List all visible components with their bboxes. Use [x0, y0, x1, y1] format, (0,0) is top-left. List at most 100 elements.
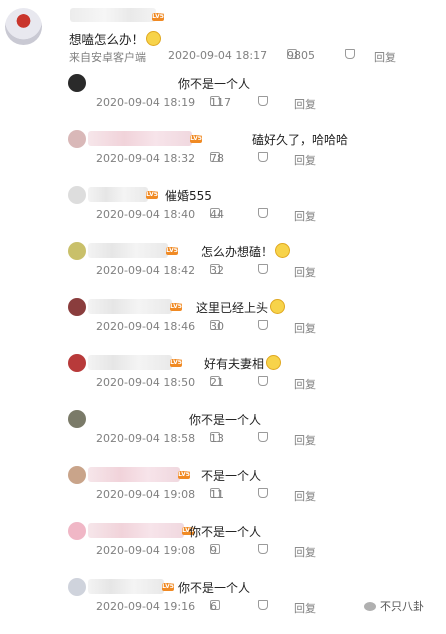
reply-item: LV5 催婚555 2020-09-04 18:40 44 回复 [0, 186, 446, 242]
avatar[interactable] [68, 186, 86, 204]
reply-time: 2020-09-04 19:16 [96, 600, 196, 613]
avatar[interactable] [68, 522, 86, 540]
reply-item: 你不是一个人 2020-09-04 18:19 117 回复 [0, 74, 446, 130]
share-icon [345, 49, 355, 59]
avatar[interactable] [68, 410, 86, 428]
reply-time: 2020-09-04 18:42 [96, 264, 196, 277]
level-badge: LV5 [170, 359, 182, 367]
username-blurred[interactable]: LV5 [88, 579, 174, 594]
comment-source: 来自安卓客户端 [69, 51, 146, 64]
level-badge: LV5 [146, 191, 158, 199]
reply-text-body: 怎么办想磕！ [201, 245, 274, 259]
comment-text: 想嗑怎么办！ [69, 29, 162, 48]
like-count: 11 [210, 488, 224, 501]
reply-time: 2020-09-04 19:08 [96, 488, 196, 501]
like-count: 44 [210, 208, 224, 221]
avatar[interactable] [68, 130, 86, 148]
reply-item: 你不是一个人 2020-09-04 18:58 13 回复 [0, 410, 446, 466]
level-badge: LV5 [166, 247, 178, 255]
reply-button[interactable]: 回复 [294, 376, 316, 392]
level-badge: LV5 [170, 303, 182, 311]
reply-item: LV5 不是一个人 2020-09-04 19:08 11 回复 [0, 466, 446, 522]
avatar[interactable] [68, 354, 86, 372]
username-blurred[interactable]: LV5 [88, 355, 182, 370]
main-comment: LV5 想嗑怎么办！ 来自安卓客户端 2020-09-04 18:17 9805… [0, 0, 446, 72]
like-count: 30 [210, 320, 224, 333]
reply-text: 这里已经上头 [196, 299, 286, 316]
reply-button[interactable]: 回复 [294, 96, 316, 112]
username-blurred[interactable]: LV5 [70, 8, 164, 22]
reply-button[interactable]: 回复 [374, 49, 396, 65]
comment-text-body: 想嗑怎么办！ [69, 32, 145, 47]
reply-text-body: 磕好久了，哈哈哈 [252, 133, 349, 147]
reply-text: 你不是一个人 [178, 579, 250, 596]
reply-button[interactable]: 回复 [294, 432, 316, 448]
like-count: 9805 [287, 49, 315, 62]
reply-text-body: 这里已经上头 [196, 301, 269, 315]
reply-button[interactable]: 回复 [294, 320, 316, 336]
avatar[interactable] [68, 466, 86, 484]
reply-text: 你不是一个人 [189, 523, 261, 540]
avatar[interactable] [68, 298, 86, 316]
reply-button[interactable]: 回复 [294, 208, 316, 224]
reply-button[interactable]: 回复 [294, 264, 316, 280]
username-blurred[interactable]: LV5 [88, 467, 190, 482]
share-icon [258, 488, 268, 498]
share-icon [258, 376, 268, 386]
smile-emoji-icon [146, 31, 162, 46]
level-badge: LV5 [162, 583, 174, 591]
avatar[interactable] [5, 8, 42, 45]
reply-text: 好有夫妻相 [204, 355, 282, 372]
reply-time: 2020-09-04 18:58 [96, 432, 196, 445]
like-count: 21 [210, 376, 224, 389]
reply-text-body: 你不是一个人 [178, 581, 251, 595]
wechat-icon [364, 602, 376, 611]
share-icon [258, 544, 268, 554]
level-badge: LV5 [178, 471, 190, 479]
like-count: 78 [210, 152, 224, 165]
username-blurred[interactable]: LV5 [88, 299, 182, 314]
username-blurred[interactable]: LV5 [88, 243, 178, 258]
like-count: 117 [210, 96, 231, 109]
share-icon [258, 208, 268, 218]
like-count: 13 [210, 432, 224, 445]
like-count: 9 [210, 544, 217, 557]
reply-button[interactable]: 回复 [294, 152, 316, 168]
reply-text-body: 不是一个人 [201, 469, 262, 483]
avatar[interactable] [68, 242, 86, 260]
watermark: 不只八卦 [364, 598, 424, 614]
reply-text: 催婚555 [165, 187, 212, 204]
reply-text: 你不是一个人 [178, 75, 250, 92]
comment-time: 2020-09-04 18:17 [168, 49, 268, 62]
reply-time: 2020-09-04 18:32 [96, 152, 196, 165]
emoji-icon [266, 355, 282, 370]
reply-item: LV5 怎么办想磕！ 2020-09-04 18:42 32 回复 [0, 242, 446, 298]
reply-text-body: 催婚555 [165, 189, 212, 203]
reply-button[interactable]: 回复 [294, 544, 316, 560]
reply-item: LV5 这里已经上头 2020-09-04 18:46 30 回复 [0, 298, 446, 354]
reply-text-body: 你不是一个人 [178, 77, 251, 91]
reply-item: LV5 你不是一个人 2020-09-04 19:08 9 回复 [0, 522, 446, 578]
like-count: 32 [210, 264, 224, 277]
reply-button[interactable]: 回复 [294, 600, 316, 616]
reply-item: LV5 好有夫妻相 2020-09-04 18:50 21 回复 [0, 354, 446, 410]
avatar[interactable] [68, 74, 86, 92]
username-blurred[interactable]: LV5 [88, 187, 158, 202]
username-blurred[interactable]: LV5 [88, 131, 202, 146]
reply-item: LV5 磕好久了，哈哈哈 2020-09-04 18:32 78 回复 [0, 130, 446, 186]
reply-time: 2020-09-04 19:08 [96, 544, 196, 557]
reply-text-body: 你不是一个人 [189, 525, 262, 539]
share-icon [258, 320, 268, 330]
reply-time: 2020-09-04 18:50 [96, 376, 196, 389]
username-blurred[interactable]: LV5 [88, 523, 194, 538]
reply-text: 你不是一个人 [189, 411, 261, 428]
reply-text-body: 好有夫妻相 [204, 357, 265, 371]
reply-text-body: 你不是一个人 [189, 413, 262, 427]
reply-text: 磕好久了，哈哈哈 [252, 131, 348, 148]
reply-button[interactable]: 回复 [294, 488, 316, 504]
reply-text: 不是一个人 [201, 467, 261, 484]
avatar[interactable] [68, 578, 86, 596]
reply-time: 2020-09-04 18:40 [96, 208, 196, 221]
reply-time: 2020-09-04 18:46 [96, 320, 196, 333]
level-badge: LV5 [190, 135, 202, 143]
